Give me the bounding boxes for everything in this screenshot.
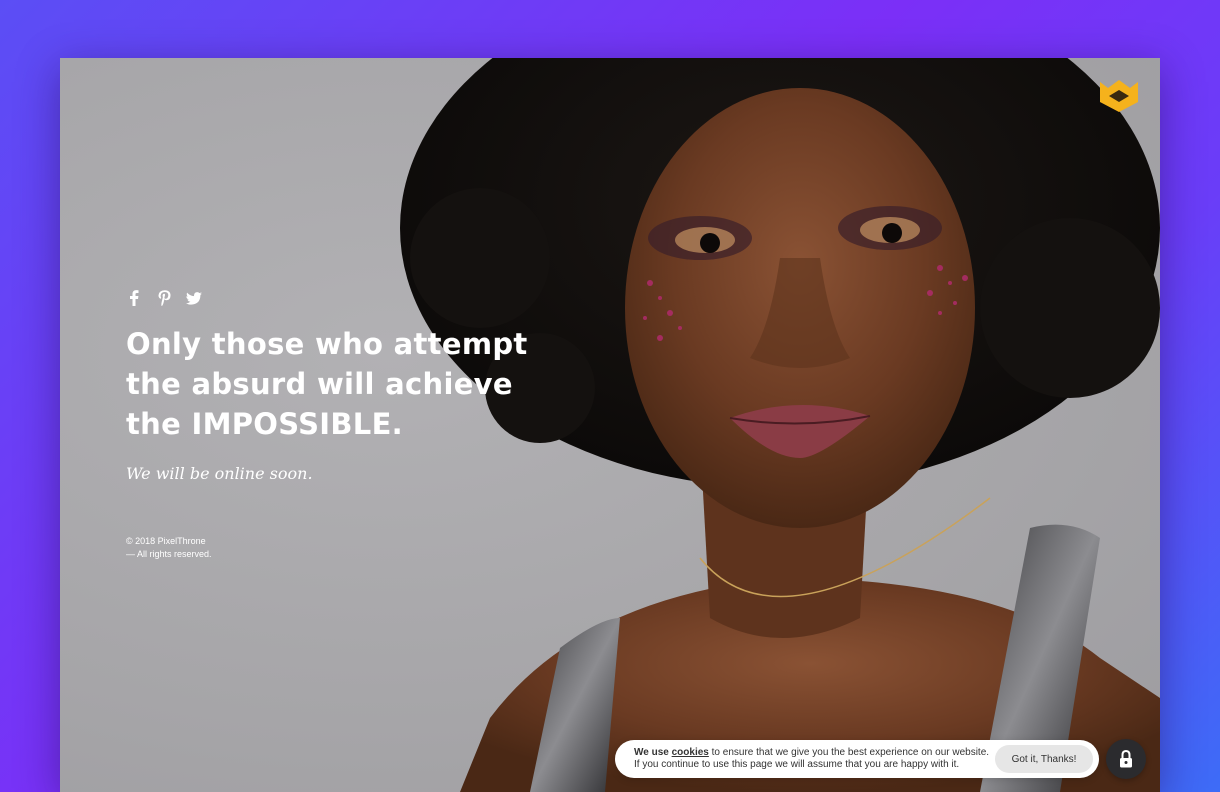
social-links — [126, 290, 566, 306]
cookies-link[interactable]: cookies — [672, 747, 709, 758]
hero-tagline: We will be online soon. — [126, 464, 313, 483]
copyright-line-1: © 2018 PixelThrone — [126, 536, 206, 546]
hero-headline: Only those who attempt the absurd will a… — [126, 327, 528, 441]
copyright-text: © 2018 PixelThrone — All rights reserved… — [126, 535, 566, 561]
cookie-text-suffix: to ensure that we give you the best expe… — [711, 747, 990, 758]
facebook-icon[interactable] — [126, 290, 142, 306]
page-frame: Only those who attempt the absurd will a… — [60, 58, 1160, 792]
hero-content: Only those who attempt the absurd will a… — [126, 290, 566, 561]
accept-cookies-button[interactable]: Got it, Thanks! — [995, 745, 1093, 773]
privacy-settings-button[interactable] — [1106, 739, 1146, 779]
cookie-banner: We use cookies to ensure that we give yo… — [615, 740, 1099, 778]
pinterest-icon[interactable] — [156, 290, 172, 306]
brand-logo-icon[interactable] — [1098, 78, 1140, 114]
cookie-text-prefix: We use — [634, 747, 669, 758]
twitter-icon[interactable] — [186, 290, 202, 306]
cookie-message-line-2: If you continue to use this page we will… — [634, 759, 960, 770]
cookie-message-line-1: We use cookies to ensure that we give yo… — [634, 747, 995, 759]
copyright-line-2: — All rights reserved. — [126, 549, 212, 559]
cookie-message: We use cookies to ensure that we give yo… — [634, 747, 995, 771]
lock-icon — [1120, 750, 1132, 768]
